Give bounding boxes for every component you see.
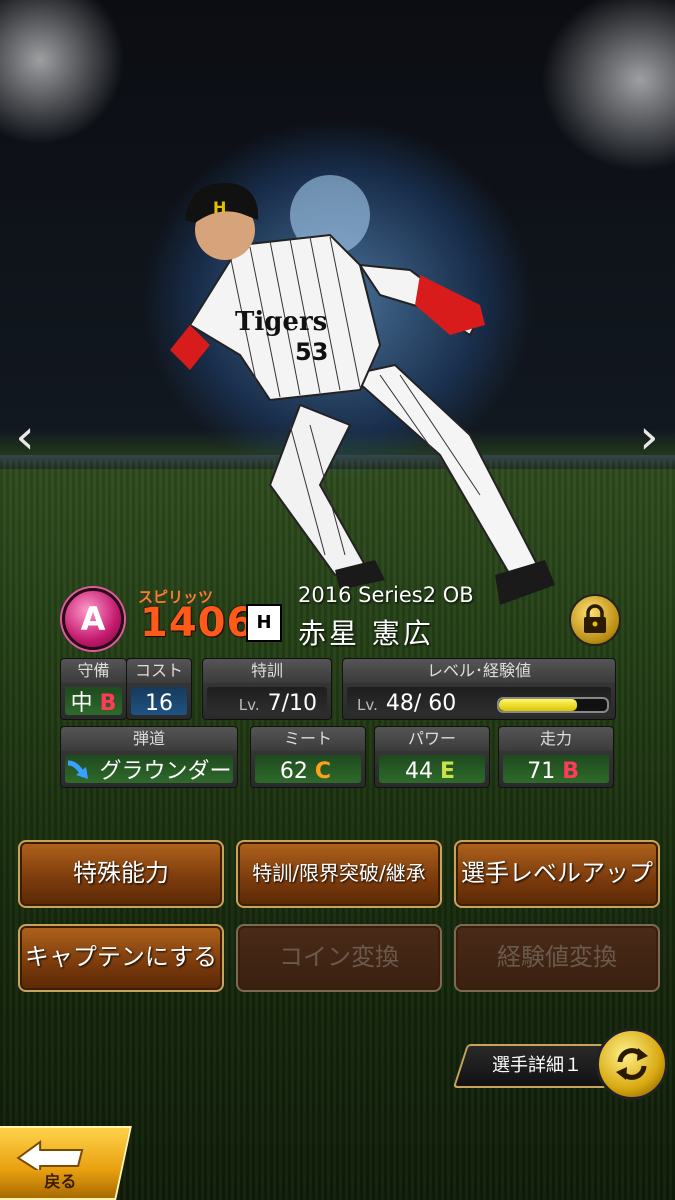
- curve-arrow-icon: [68, 760, 89, 779]
- lock-icon: [584, 604, 606, 633]
- card-series: 2016 Series2 OB: [298, 583, 474, 607]
- training-limit-button[interactable]: 特訓/限界突破/継承: [236, 840, 442, 908]
- special-training-value-box: Lv. 7/10: [207, 687, 327, 716]
- level-stat: レベル･経験値 Lv. 48/ 60: [342, 658, 616, 720]
- coin-convert-button[interactable]: コイン変換: [236, 924, 442, 992]
- back-arrow-icon: [16, 1140, 84, 1170]
- speed-label: 走力: [499, 727, 613, 751]
- contact-stat: ミート 62 C: [250, 726, 366, 788]
- swap-icon: [616, 1048, 648, 1080]
- swap-detail-button[interactable]: [596, 1028, 668, 1100]
- cost-stat: コスト 16: [126, 658, 192, 720]
- xp-convert-button[interactable]: 経験値変換: [454, 924, 660, 992]
- trajectory-value: グラウンダー: [99, 759, 232, 784]
- speed-stat: 走力 71 B: [498, 726, 614, 788]
- power-grade: E: [439, 759, 455, 784]
- level-label: レベル･経験値: [343, 659, 615, 683]
- contact-value-box: 62 C: [255, 755, 361, 784]
- contact-value: 62: [279, 759, 308, 784]
- make-captain-button[interactable]: キャプテンにする: [18, 924, 224, 992]
- trajectory-value-box: グラウンダー: [65, 755, 233, 784]
- position-value-box: 中 B: [65, 687, 122, 716]
- position-value: 中: [70, 691, 93, 716]
- trajectory-stat: 弾道 グラウンダー: [60, 726, 238, 788]
- level-up-button[interactable]: 選手レベルアップ: [454, 840, 660, 908]
- trajectory-label: 弾道: [61, 727, 237, 751]
- back-button[interactable]: 戻る: [0, 1126, 132, 1200]
- contact-grade: C: [314, 759, 331, 784]
- position-grade: B: [99, 691, 117, 716]
- player-detail-label: 選手詳細１: [492, 1055, 582, 1076]
- rank-badge: A: [62, 588, 124, 650]
- rank-letter: A: [80, 600, 106, 638]
- player-illustration: Tigers 53 H: [170, 175, 555, 605]
- lock-button[interactable]: [569, 594, 621, 646]
- next-player-arrow[interactable]: ›: [632, 412, 666, 462]
- speed-value: 71: [527, 759, 556, 784]
- special-training-stat: 特訓 Lv. 7/10: [202, 658, 332, 720]
- special-abilities-button[interactable]: 特殊能力: [18, 840, 224, 908]
- level-value: 48/ 60: [385, 691, 457, 716]
- position-label: 守備: [61, 659, 126, 683]
- special-training-label: 特訓: [203, 659, 331, 683]
- back-label: 戻る: [44, 1172, 77, 1191]
- xp-bar: [497, 697, 609, 713]
- spirits-value: 1406: [140, 600, 256, 646]
- power-value-box: 44 E: [379, 755, 485, 784]
- cost-value: 16: [131, 687, 187, 716]
- jersey-text: Tigers: [235, 307, 327, 337]
- position-stat: 守備 中 B: [60, 658, 127, 720]
- cost-label: コスト: [127, 659, 191, 683]
- power-value: 44: [404, 759, 433, 784]
- special-training-value: 7/10: [267, 691, 317, 716]
- player-name: 赤星 憲広: [298, 617, 434, 650]
- level-value-box: Lv. 48/ 60: [347, 687, 611, 716]
- prev-player-arrow[interactable]: ‹: [8, 412, 42, 462]
- xp-bar-fill: [499, 699, 577, 711]
- speed-value-box: 71 B: [503, 755, 609, 784]
- speed-grade: B: [562, 759, 579, 784]
- contact-label: ミート: [251, 727, 365, 751]
- team-logo: H: [246, 604, 282, 642]
- power-label: パワー: [375, 727, 489, 751]
- power-stat: パワー 44 E: [374, 726, 490, 788]
- jersey-number: 53: [295, 338, 328, 366]
- svg-text:H: H: [213, 198, 226, 217]
- level-lv-prefix: Lv.: [357, 696, 378, 714]
- special-training-lv-prefix: Lv.: [238, 696, 260, 714]
